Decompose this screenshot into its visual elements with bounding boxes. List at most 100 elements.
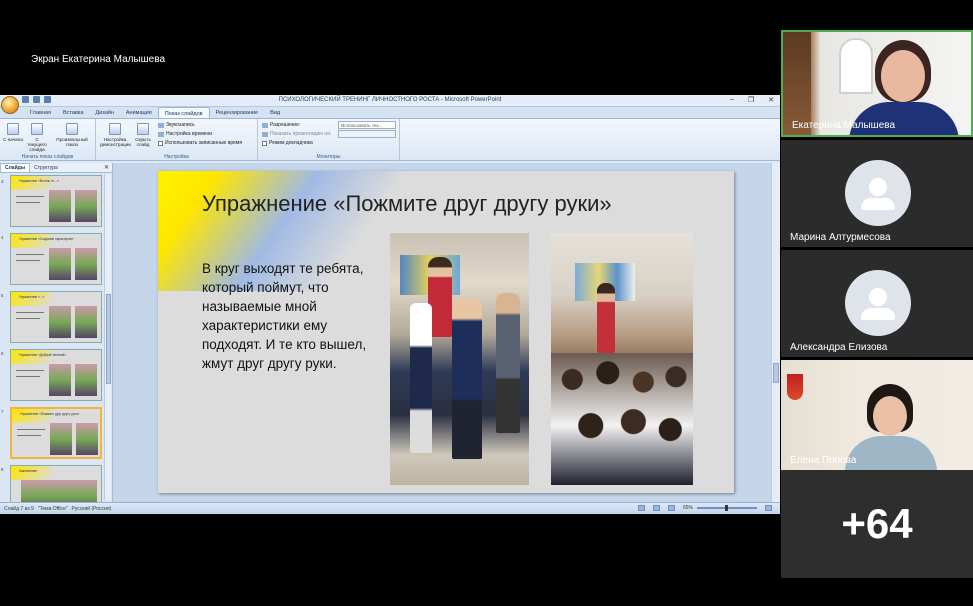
zoom-level[interactable]: 65%: [683, 505, 693, 511]
scrollbar-thumb[interactable]: [773, 363, 779, 383]
ribbon-group-title: Настройка: [164, 154, 189, 160]
slide-photo-handshake[interactable]: [390, 233, 529, 485]
slide-scrollbar[interactable]: [771, 163, 780, 502]
slide-body[interactable]: В круг выходят те ребята, который поймут…: [202, 259, 390, 373]
monitor-icon: [262, 122, 268, 128]
office-button[interactable]: [1, 96, 19, 114]
tab-slideshow[interactable]: Показ слайдов: [157, 107, 210, 118]
slideshow-view-icon[interactable]: [667, 505, 675, 511]
minimize-icon[interactable]: –: [730, 96, 734, 104]
thumb-text-line: [16, 370, 44, 371]
checkbox-icon: [262, 140, 267, 146]
tab-animation[interactable]: Анимация: [120, 107, 158, 118]
thumb-photo: [75, 190, 97, 222]
emblem-icon: [787, 374, 803, 400]
show-on-select[interactable]: [338, 130, 396, 138]
close-icon[interactable]: ✕: [104, 164, 109, 171]
sorter-view-icon[interactable]: [652, 505, 660, 511]
thumb-photo: [76, 423, 98, 455]
from-current-button[interactable]: С текущего слайда: [26, 123, 48, 152]
status-slide-count: Слайд 7 из 9: [4, 505, 34, 512]
custom-show-button[interactable]: Произвольный показ: [54, 123, 90, 147]
rehearse-timings-button[interactable]: Настройка времени: [158, 131, 212, 137]
tab-design[interactable]: Дизайн: [89, 107, 120, 118]
tab-view[interactable]: Вид: [264, 107, 286, 118]
slide-title[interactable]: Упражнение «Пожмите друг другу руки»: [202, 191, 612, 217]
thumb-text-line: [16, 318, 40, 319]
slide-thumbnail-selected[interactable]: Упражнение «Пожмите друг другу руки»: [10, 407, 102, 459]
thumb-photo: [49, 248, 71, 280]
photo-detail: [452, 299, 482, 459]
slides-pane: Слайды Структура ✕ 3 Упражнение «Встань …: [0, 163, 113, 514]
slide-thumbnail[interactable]: Упражнение «Встань те...»: [10, 175, 102, 227]
slide-photo-classroom[interactable]: [551, 233, 693, 485]
video-person: [881, 50, 925, 102]
slideshow-current-icon: [31, 123, 43, 135]
participant-tile[interactable]: Александра Елизова: [781, 250, 973, 357]
video-background: [839, 38, 873, 94]
slides-pane-tabs: Слайды Структура ✕: [0, 163, 112, 173]
thumb-photo: [75, 364, 97, 396]
use-timings-checkbox[interactable]: Использовать записанные время: [158, 140, 242, 146]
record-narration-button[interactable]: Звукозапись: [158, 122, 195, 128]
video-person: [845, 436, 937, 470]
status-language[interactable]: Русский (Россия): [72, 506, 112, 512]
show-on-label: Показать презентацию на:: [270, 131, 332, 137]
thumb-text-line: [16, 376, 40, 377]
fit-window-icon[interactable]: [765, 505, 772, 511]
photo-detail: [551, 353, 693, 485]
thumb-number: 3: [1, 179, 4, 184]
participant-tile-active[interactable]: Екатерина Малышева: [781, 30, 973, 137]
close-icon[interactable]: ✕: [768, 96, 774, 104]
ribbon-group-start: С начала С текущего слайда Произвольный …: [0, 119, 96, 161]
thumb-number: 5: [1, 293, 4, 298]
current-slide[interactable]: Упражнение «Пожмите друг другу руки» В к…: [158, 171, 734, 493]
normal-view-icon[interactable]: [637, 505, 645, 511]
tab-home[interactable]: Главная: [24, 107, 57, 118]
scrollbar-thumb[interactable]: [106, 294, 111, 384]
ribbon-group-title: Начать показ слайдов: [21, 154, 74, 160]
presenter-view-label: Режим докладчика: [269, 140, 313, 146]
slide-thumbnail[interactable]: Упражнение «Создание характеров»: [10, 233, 102, 285]
from-start-button[interactable]: С начала: [2, 123, 24, 142]
photo-detail: [410, 303, 432, 453]
tab-insert[interactable]: Вставка: [57, 107, 89, 118]
resolution-select[interactable]: Использовать тек...: [338, 121, 396, 129]
thumb-photo: [49, 306, 71, 338]
conference-view: Экран Екатерина Малышева ПСИХОЛОГИЧЕСКИЙ…: [0, 0, 973, 606]
window-title: ПСИХОЛОГИЧЕСКИЙ ТРЕНИНГ ЛИЧНОСТНОГО РОСТ…: [278, 97, 502, 103]
ribbon-group-setup: Настройка демонстрации Скрыть слайд Звук…: [96, 119, 258, 161]
setup-show-button[interactable]: Настройка демонстрации: [100, 123, 131, 147]
slide-thumbnail[interactable]: Упражнение «...»: [10, 291, 102, 343]
hide-slide-button[interactable]: Скрыть слайд: [132, 123, 154, 147]
tab-slides[interactable]: Слайды: [0, 163, 31, 172]
zoom-slider[interactable]: [697, 505, 757, 511]
ribbon: С начала С текущего слайда Произвольный …: [0, 119, 780, 161]
workspace: Слайды Структура ✕ 3 Упражнение «Встань …: [0, 163, 780, 514]
thumb-text-line: [16, 312, 44, 313]
thumb-number: 6: [1, 351, 4, 356]
status-theme: "Тема Office": [37, 505, 68, 512]
tab-outline[interactable]: Структура: [30, 164, 62, 172]
setup-label: Настройка демонстрации: [100, 137, 131, 147]
participant-tile[interactable]: Марина Алтурмесова: [781, 140, 973, 247]
thumb-photo: [75, 306, 97, 338]
presenter-view-checkbox[interactable]: Режим докладчика: [262, 140, 313, 146]
clock-icon: [158, 131, 164, 137]
slide-editor: Упражнение «Пожмите друг другу руки» В к…: [114, 163, 770, 502]
participant-name: Александра Елизова: [790, 342, 888, 353]
participant-tile[interactable]: Елена Попова: [781, 360, 973, 470]
tab-review[interactable]: Рецензирование: [210, 107, 264, 118]
photo-detail: [597, 283, 615, 353]
thumb-title: Упражнение «Создание характеров»: [19, 237, 74, 241]
slides-pane-scrollbar[interactable]: [104, 174, 111, 500]
status-bar: Слайд 7 из 9 "Тема Office" Русский (Росс…: [0, 502, 780, 514]
restore-icon[interactable]: ❐: [748, 96, 754, 104]
slide-thumbnail[interactable]: Упражнение «Добрый теневой»: [10, 349, 102, 401]
thumb-title: Упражнение «...»: [19, 295, 45, 299]
thumb-text-line: [17, 435, 41, 436]
thumb-title: Упражнение «Встань те...»: [19, 179, 59, 183]
thumb-photo: [49, 190, 71, 222]
more-participants-button[interactable]: +64: [781, 470, 973, 578]
thumb-title: Заключение: [19, 469, 38, 473]
